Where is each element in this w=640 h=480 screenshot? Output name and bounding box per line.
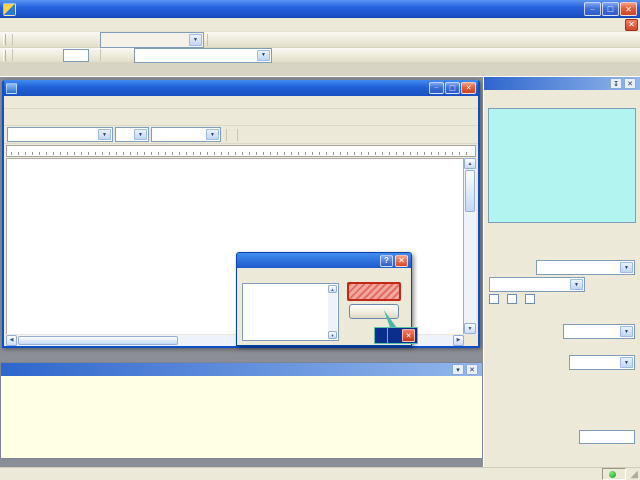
workspace bbox=[0, 77, 483, 467]
scroll-right-button[interactable] bbox=[453, 334, 464, 346]
frame-preview[interactable] bbox=[488, 108, 636, 223]
chevron-down-icon bbox=[206, 129, 219, 140]
scroll-up-button[interactable] bbox=[464, 158, 476, 169]
online-icon bbox=[609, 470, 616, 478]
scroll-down-button[interactable] bbox=[328, 331, 337, 339]
chevron-down-icon bbox=[189, 33, 202, 46]
chevron-down-icon bbox=[98, 129, 111, 140]
font-family-select[interactable] bbox=[7, 127, 113, 142]
title-bar[interactable] bbox=[0, 0, 640, 18]
vertical-scrollbar[interactable] bbox=[464, 158, 476, 334]
dialog-help-button[interactable] bbox=[380, 254, 393, 267]
frame-structure-panel bbox=[0, 362, 483, 459]
online-status bbox=[602, 468, 626, 480]
toolbar-separator bbox=[237, 128, 238, 141]
font-size-select[interactable] bbox=[115, 127, 149, 142]
callout-divider bbox=[387, 328, 388, 343]
dialog-title-bar[interactable] bbox=[237, 253, 411, 268]
scroll-down-button[interactable] bbox=[464, 323, 476, 334]
scroll-track[interactable] bbox=[328, 293, 337, 331]
toolbar-separator bbox=[12, 33, 13, 46]
toolbar-separator bbox=[100, 49, 101, 61]
app-icon bbox=[3, 2, 16, 16]
wordpad-icon bbox=[6, 82, 17, 94]
frame-id-value bbox=[63, 48, 89, 62]
jump-in-point-input[interactable] bbox=[579, 430, 635, 444]
callout-close-button[interactable] bbox=[402, 329, 415, 342]
alt-key-checkbox[interactable] bbox=[489, 294, 499, 304]
scroll-track[interactable] bbox=[464, 169, 476, 323]
ok-button[interactable] bbox=[347, 282, 401, 301]
display-mode-select[interactable] bbox=[134, 47, 272, 63]
wordpad-minimize-button[interactable] bbox=[429, 82, 444, 94]
application-window bbox=[0, 0, 640, 480]
chevron-down-icon bbox=[570, 279, 583, 290]
toolbar-separator bbox=[12, 49, 13, 61]
minimize-button[interactable] bbox=[584, 2, 601, 16]
wordpad-close-button[interactable] bbox=[461, 82, 476, 94]
scroll-left-button[interactable] bbox=[6, 334, 17, 346]
status-bar bbox=[0, 467, 640, 480]
ruler bbox=[6, 145, 476, 157]
cancel-button[interactable] bbox=[349, 304, 399, 319]
pin-icon[interactable] bbox=[610, 78, 622, 89]
scroll-up-button[interactable] bbox=[328, 285, 337, 293]
close-document-button[interactable] bbox=[625, 18, 638, 31]
panel-close-button[interactable] bbox=[624, 78, 636, 89]
maximize-button[interactable] bbox=[602, 2, 619, 16]
toolbar-grip bbox=[3, 49, 6, 61]
mouse-action-select[interactable] bbox=[489, 277, 585, 292]
toolbar-grip bbox=[3, 34, 6, 45]
charset-select[interactable] bbox=[151, 127, 221, 142]
try-it-callout bbox=[374, 327, 418, 344]
frame-structure-title-bar[interactable] bbox=[1, 363, 482, 376]
frame-properties-title-bar[interactable] bbox=[484, 77, 640, 90]
formats-listbox[interactable] bbox=[242, 283, 339, 341]
wordpad-maximize-button[interactable] bbox=[445, 82, 460, 94]
wordpad-title-bar[interactable] bbox=[4, 80, 478, 96]
close-button[interactable] bbox=[620, 2, 637, 16]
standard-toolbar bbox=[0, 31, 640, 48]
toolbar-separator bbox=[207, 33, 208, 46]
panel-menu-button[interactable] bbox=[452, 364, 464, 375]
menu-bar bbox=[0, 18, 640, 32]
frame-toolbar bbox=[0, 47, 640, 63]
toolbar-separator bbox=[226, 128, 227, 141]
panel-close-button[interactable] bbox=[466, 364, 478, 375]
control-key-checkbox[interactable] bbox=[507, 294, 517, 304]
chevron-down-icon bbox=[620, 326, 633, 337]
frame-properties-panel bbox=[483, 77, 640, 467]
resize-grip[interactable] bbox=[626, 468, 638, 480]
listbox-scrollbar[interactable] bbox=[328, 285, 337, 339]
shift-key-checkbox[interactable] bbox=[525, 294, 535, 304]
dialog-close-button[interactable] bbox=[395, 254, 408, 267]
scroll-thumb[interactable] bbox=[465, 170, 475, 212]
scroll-thumb[interactable] bbox=[18, 335, 178, 345]
document-tab-bar bbox=[0, 63, 640, 77]
chevron-down-icon bbox=[257, 49, 270, 61]
show-in-select[interactable] bbox=[536, 260, 635, 275]
wordpad-format-bar bbox=[4, 126, 478, 144]
object-type-select[interactable] bbox=[563, 324, 635, 339]
chevron-down-icon bbox=[134, 129, 147, 140]
chevron-down-icon bbox=[620, 262, 633, 273]
wordpad-toolbar bbox=[4, 109, 478, 126]
chevron-down-icon bbox=[620, 357, 633, 368]
view-mode-select[interactable] bbox=[100, 31, 204, 48]
wordpad-menu-bar bbox=[4, 96, 478, 109]
delay-time-select[interactable] bbox=[569, 355, 635, 370]
